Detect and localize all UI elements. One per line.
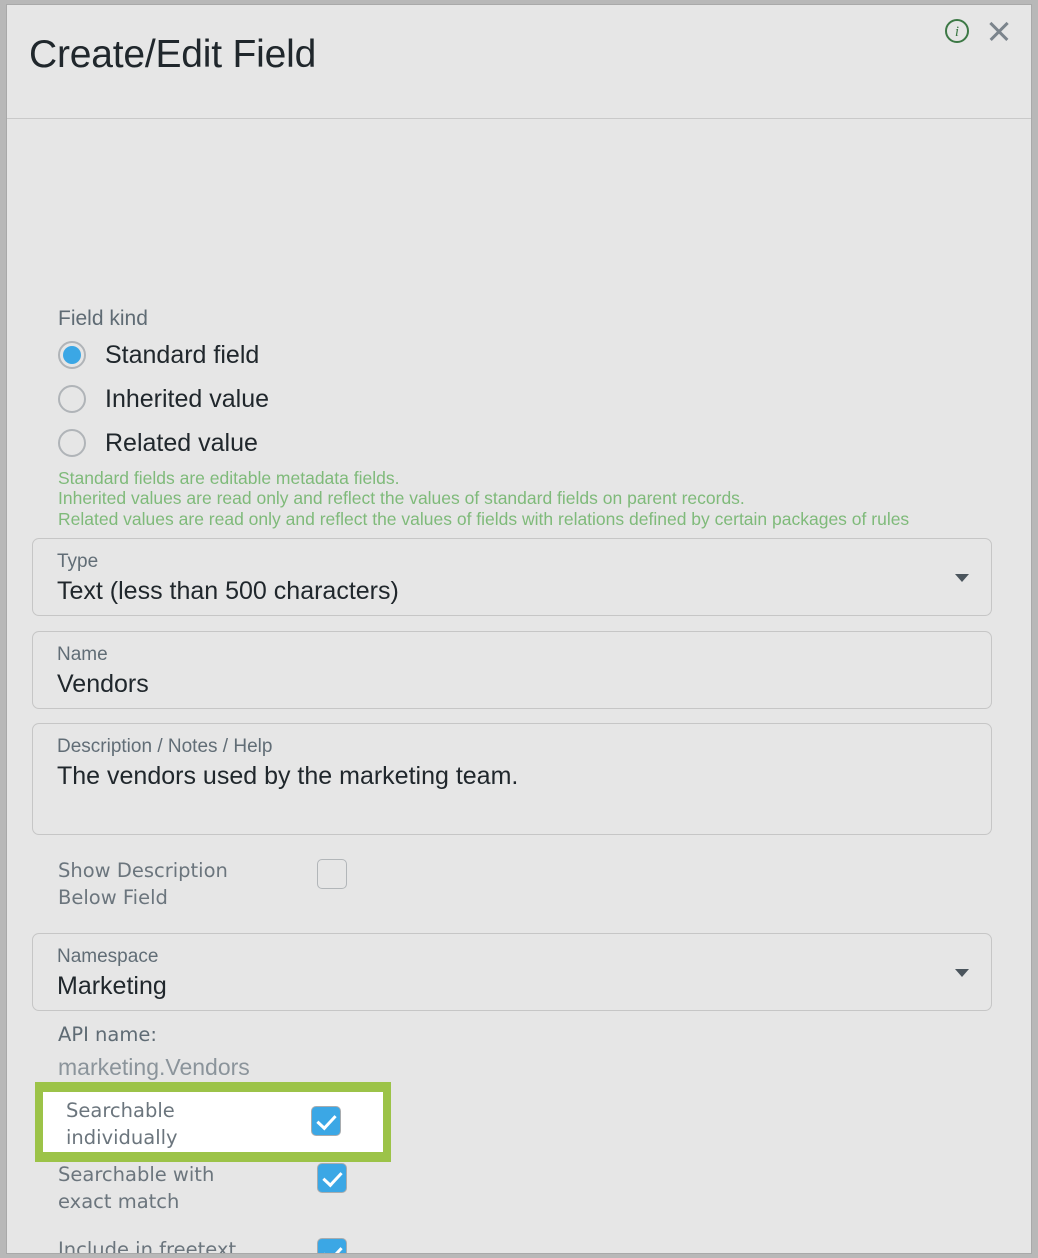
chevron-down-icon[interactable] [955, 969, 969, 977]
highlight-box-searchable-individually: Searchable individually [35, 1082, 391, 1162]
checkbox-label: Show Description Below Field [58, 857, 308, 911]
checkbox-label-line1: Searchable [66, 1099, 175, 1122]
type-label: Type [57, 551, 99, 572]
description-label: Description / Notes / Help [57, 736, 273, 757]
field-kind-label: Field kind [58, 307, 148, 330]
checkbox-label-line2: exact match [58, 1190, 180, 1213]
radio-related-value[interactable]: Related value [58, 421, 269, 465]
chevron-down-icon[interactable] [955, 574, 969, 582]
checkbox-label: Searchable individually [66, 1097, 296, 1151]
type-value: Text (less than 500 characters) [57, 577, 399, 605]
close-icon[interactable] [985, 17, 1013, 45]
checkbox-label: Include in freetextsearch [58, 1236, 308, 1254]
checkbox-row-searchable-individually[interactable]: Searchable individually [43, 1092, 383, 1152]
checkbox-label-line1: Show Description [58, 859, 228, 882]
radio-button-icon [58, 429, 86, 457]
helper-line: Inherited values are read only and refle… [58, 488, 745, 509]
header-icon-group: i [945, 17, 1013, 45]
checkbox-label-line2: individually [66, 1126, 178, 1149]
checkbox-label-line1: Include in freetext [58, 1238, 237, 1254]
namespace-value: Marketing [57, 972, 167, 1000]
description-textarea[interactable]: Description / Notes / Help The vendors u… [32, 723, 992, 835]
radio-label: Standard field [105, 340, 260, 369]
create-edit-field-dialog: Create/Edit Field i Field kind Standard … [6, 4, 1032, 1254]
radio-label: Inherited value [105, 384, 270, 413]
description-value: The vendors used by the marketing team. [57, 762, 519, 790]
dialog-header: Create/Edit Field i [7, 5, 1031, 119]
api-name-label: API name: [58, 1023, 157, 1046]
namespace-select[interactable]: Namespace Marketing [32, 933, 992, 1011]
radio-button-icon [58, 385, 86, 413]
checkbox-checked-icon[interactable] [317, 1238, 347, 1253]
field-kind-helper-text: Standard fields are editable metadata fi… [58, 468, 909, 530]
checkbox-row-include-freetext-search[interactable]: Include in freetextsearch [58, 1236, 388, 1254]
checkbox-checked-icon[interactable] [311, 1106, 341, 1136]
type-select[interactable]: Type Text (less than 500 characters) [32, 538, 992, 616]
radio-inherited-value[interactable]: Inherited value [58, 377, 269, 421]
field-kind-radio-group: Standard field Inherited value Related v… [58, 333, 269, 465]
dialog-title: Create/Edit Field [29, 33, 317, 76]
helper-line: Related values are read only and reflect… [58, 509, 910, 530]
info-icon[interactable]: i [945, 19, 969, 43]
helper-line: Standard fields are editable metadata fi… [58, 467, 400, 488]
radio-label: Related value [105, 428, 258, 457]
checkbox-label-line1: Searchable with [58, 1163, 215, 1186]
api-name-block: API name: marketing.Vendors [58, 1023, 250, 1081]
radio-standard-field[interactable]: Standard field [58, 333, 269, 377]
api-name-value: marketing.Vendors [58, 1054, 250, 1080]
name-value: Vendors [57, 670, 149, 698]
checkbox-label-line2: Below Field [58, 886, 168, 909]
radio-button-selected-icon [58, 341, 86, 369]
namespace-label: Namespace [57, 946, 159, 967]
checkbox-row-searchable-exact-match[interactable]: Searchable with exact match [58, 1161, 388, 1215]
checkbox-checked-icon[interactable] [317, 1163, 347, 1193]
name-label: Name [57, 644, 108, 665]
checkbox-row-show-description[interactable]: Show Description Below Field [58, 857, 388, 911]
checkbox-label: Searchable with exact match [58, 1161, 308, 1215]
name-input[interactable]: Name Vendors [32, 631, 992, 709]
checkbox-unchecked-icon[interactable] [317, 859, 347, 889]
